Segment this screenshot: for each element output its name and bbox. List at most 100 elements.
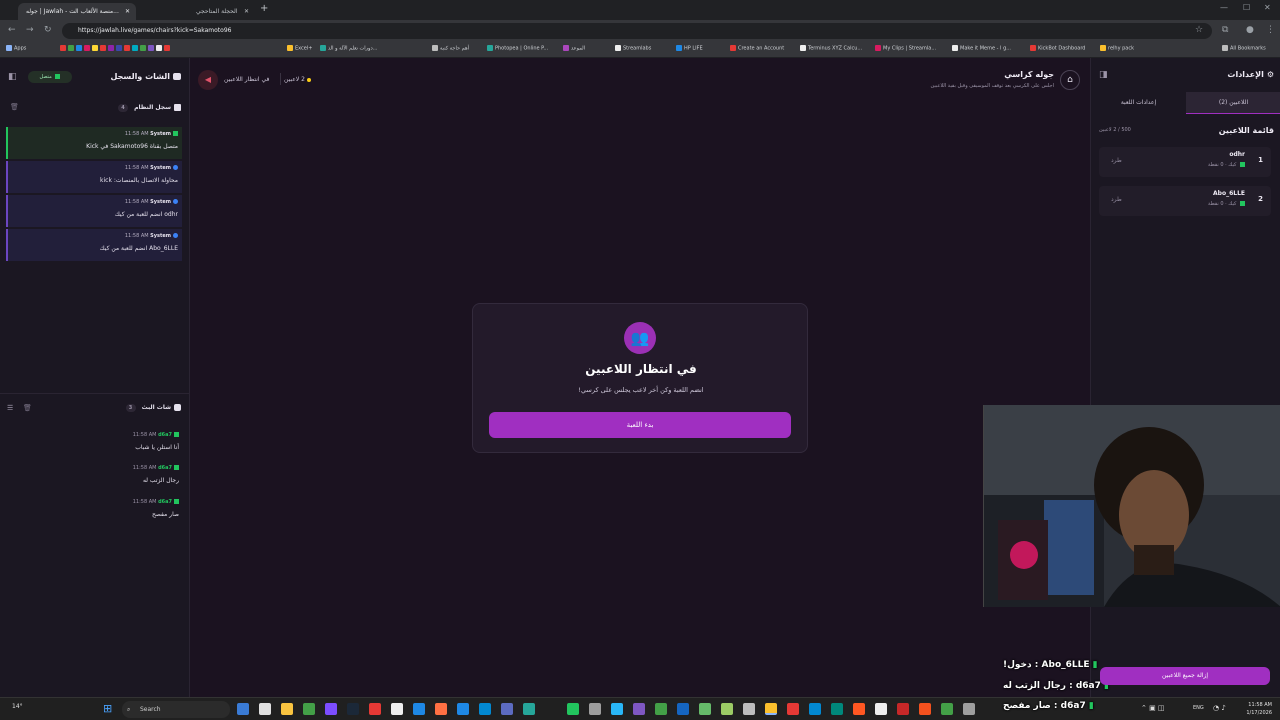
mute-icon[interactable]: ◀ [198,70,218,90]
xbox-icon[interactable] [303,703,315,715]
reload-icon[interactable]: ↻ [44,25,52,35]
extensions-icon[interactable]: ⧉ [1222,25,1228,35]
minimize-icon[interactable]: — [1220,3,1228,12]
tab-game-settings[interactable]: إعدادات اللعبة [1091,92,1186,114]
windows-start-icon[interactable]: ⊞ [103,702,112,715]
app-icon[interactable] [809,703,821,715]
app-icon[interactable] [875,703,887,715]
browser-tab-bar: جوله | Jawlah - منصة الألعاب الت... ✕ ال… [0,0,1280,20]
trash-icon[interactable]: 🗑 [10,103,19,111]
app-icon[interactable] [325,703,337,715]
bookmark-item[interactable]: HP LIFE [676,45,703,52]
app-icon[interactable] [523,703,535,715]
bookmark-item[interactable]: الموعد [563,45,585,52]
kick-player-button[interactable]: طرد [1111,196,1122,203]
bookmark-item[interactable]: Excel+ [287,45,312,52]
webcam-feed [984,405,1280,607]
close-tab-icon[interactable]: ✕ [125,3,130,20]
tab-players[interactable]: اللاعبين (2) [1186,92,1280,114]
weather-widget[interactable]: 14° [12,703,23,710]
bookmark-item[interactable]: دورات تعلم الآلة و الذ... [320,45,377,52]
app-icon[interactable] [897,703,909,715]
edge-icon[interactable] [831,703,843,715]
waiting-title: في انتظار اللاعبين [585,362,697,376]
taskbar-search[interactable]: ⌕ Search [122,701,230,718]
home-icon[interactable]: ⌂ [1060,70,1080,90]
app-icon[interactable] [941,703,953,715]
divider [280,73,281,85]
app-icon[interactable] [369,703,381,715]
app-icon[interactable] [633,703,645,715]
bookmark-item[interactable]: Streamlabs [615,45,651,52]
new-tab-icon[interactable]: + [260,3,268,14]
app-icon[interactable] [919,703,931,715]
app-icon[interactable] [699,703,711,715]
back-icon[interactable]: ← [8,25,16,35]
bookmark-item[interactable]: relhy pack [1100,45,1134,52]
app-icon[interactable] [391,703,403,715]
network-volume-icons[interactable]: ◔ ♪ [1213,704,1226,712]
app-icon[interactable] [963,703,975,715]
maximize-icon[interactable]: ☐ [1243,3,1250,12]
bookmark-item[interactable]: أهم حاجة كتبة [432,45,469,52]
browser-tab[interactable]: الحجلة المتاحجي ✕ [140,3,255,20]
chrome-icon[interactable] [765,703,777,715]
discord-icon[interactable] [501,703,513,715]
log-icon [174,104,181,111]
start-game-button[interactable]: بدء اللعبة [489,412,791,438]
bookmark-item[interactable]: Create an Account [730,45,784,52]
filter-icon[interactable]: ☰ [7,404,13,412]
trash-icon[interactable]: 🗑 [23,404,32,412]
collapse-left-panel-icon[interactable]: ◧ [8,72,17,82]
collapse-right-panel-icon[interactable]: ◨ [1099,70,1108,80]
bookmark-star-icon[interactable]: ☆ [1195,25,1203,35]
system-message: 11:58 AM System متصل بقناة Sakamoto96 في… [6,127,182,159]
settings-title: ⚙الإعدادات [1227,70,1274,79]
profile-icon[interactable]: ● [1246,25,1254,35]
system-log-count: 4 [117,104,128,112]
webcam-overlay [983,405,1280,607]
menu-icon[interactable]: ⋮ [1266,25,1275,35]
bookmark-item[interactable]: Terminus XYZ Calcu... [800,45,862,52]
bookmark-icon-row [60,45,172,52]
language-indicator[interactable]: ENG [1193,705,1204,711]
bookmark-item[interactable]: Make it Meme - I g... [952,45,1011,52]
close-window-icon[interactable]: ✕ [1264,3,1271,12]
task-view-icon[interactable] [237,703,249,715]
app-icon[interactable] [479,703,491,715]
bookmark-item[interactable]: KickBot Dashboard [1030,45,1085,52]
steam-icon[interactable] [347,703,359,715]
app-icon[interactable] [787,703,799,715]
browser-tab-active[interactable]: جوله | Jawlah - منصة الألعاب الت... ✕ [18,3,136,20]
remove-all-players-button[interactable]: إزالة جميع اللاعبين [1100,667,1270,685]
players-icon: 👥 [624,322,656,354]
app-icon[interactable] [435,703,447,715]
gear-icon: ⚙ [1266,70,1274,79]
app-icon[interactable] [457,703,469,715]
all-bookmarks[interactable]: All Bookmarks [1222,45,1266,52]
forward-icon[interactable]: → [26,25,34,35]
bookmark-item[interactable]: Photopea | Online P... [487,45,548,52]
app-icon[interactable] [743,703,755,715]
bookmark-item[interactable]: Apps [6,45,26,52]
kick-player-button[interactable]: طرد [1111,157,1122,164]
app-icon[interactable] [677,703,689,715]
brave-icon[interactable] [853,703,865,715]
tab-title: الحجلة المتاحجي [196,8,238,15]
system-message: 11:58 AM System odhr انضم للعبة من كيك [6,195,182,227]
app-icon[interactable] [259,703,271,715]
app-icon[interactable] [413,703,425,715]
chat-bubble-icon [173,73,181,80]
app-icon[interactable] [655,703,667,715]
address-bar[interactable]: https://jawlah.live/games/chairs?kick=Sa… [62,23,1212,39]
app-icon[interactable] [589,703,601,715]
tray-icons[interactable]: ⌃ ▣ ◫ [1141,704,1165,712]
bookmark-item[interactable]: My Clips | Streamla... [875,45,936,52]
close-tab-icon[interactable]: ✕ [244,3,249,20]
file-explorer-icon[interactable] [281,703,293,715]
app-icon[interactable] [721,703,733,715]
taskbar-clock[interactable]: 11:58 AM 1/17/2026 [1246,701,1272,717]
app-icon[interactable] [567,703,579,715]
telegram-icon[interactable] [611,703,623,715]
chat-message: 11:58 AM d6a7 أنا استلن يا شباب [132,432,179,451]
